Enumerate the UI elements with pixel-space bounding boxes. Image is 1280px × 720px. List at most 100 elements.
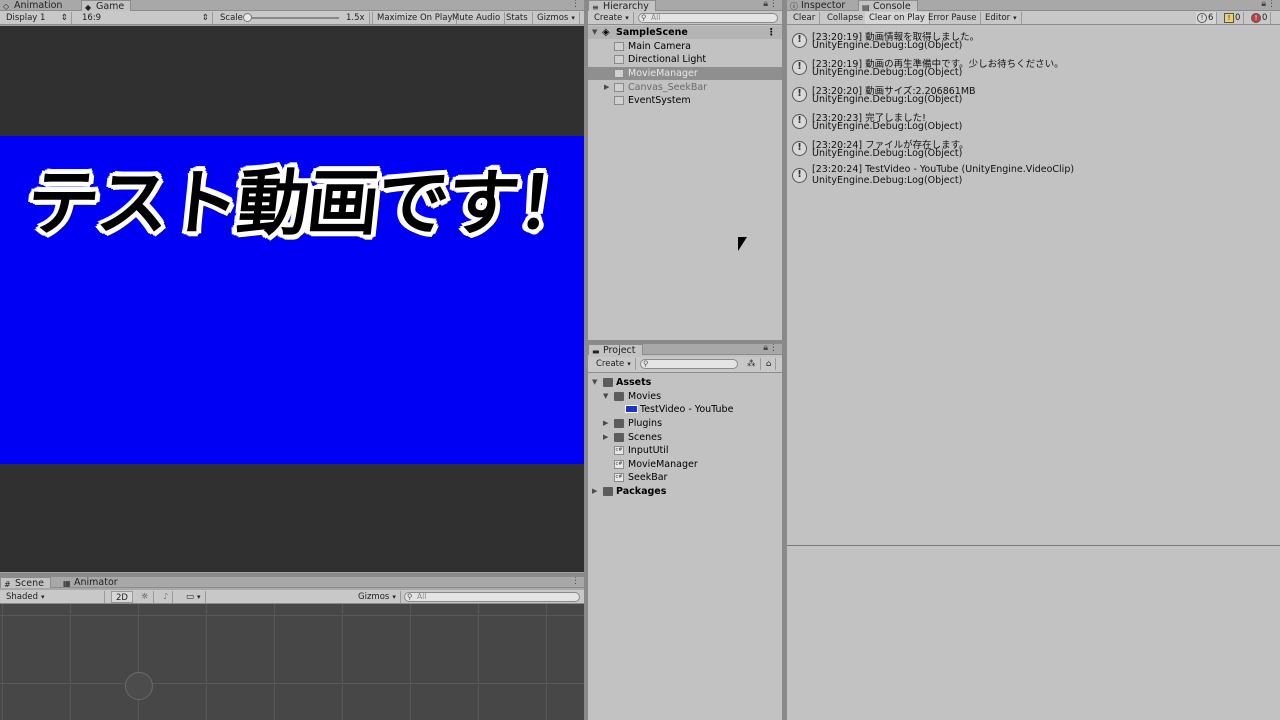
expand-arrow-icon[interactable]: ▶ [603,417,608,430]
tab-project[interactable]: ▬ Project [588,344,643,356]
aspect-dropdown[interactable]: 16:9 ⇕ [78,12,213,24]
project-create-dropdown[interactable]: Create [592,358,636,370]
console-detail-area [787,547,1280,720]
folder-icon [614,433,624,442]
lock-icon[interactable]: 🔒︎ [1261,0,1266,9]
project-item[interactable]: ▼ Movies [588,390,782,403]
scene-view[interactable] [0,604,584,720]
log-count-toggle[interactable]: ! 6 [1196,12,1218,24]
project-item[interactable]: ▼ Assets [588,376,782,389]
expand-arrow-icon[interactable]: ▶ [604,81,609,94]
log-entry[interactable]: ! [23:20:20] 動画サイズ:2.206861MB UnityEngin… [787,81,1280,108]
project-item[interactable]: ▶ Plugins [588,417,782,430]
log-entry[interactable]: ! [23:20:24] TestVideo - YouTube (UnityE… [787,162,1280,189]
script-icon: c# [614,446,624,455]
scene-menu-icon[interactable]: ⋮ [767,26,777,39]
project-item[interactable]: ▶ Scenes [588,431,782,444]
game-toolbar: Display 1 ⇕ 16:9 ⇕ Scale 1.5x Maximize On … [0,11,584,25]
expand-arrow-icon[interactable]: ▶ [603,431,608,444]
tab-game[interactable]: ◆ Game [81,0,132,12]
gizmos-dropdown[interactable]: Gizmos [533,12,580,24]
unity-icon: ◈ [602,27,610,38]
tab-inspector[interactable]: ⓘ Inspector [787,0,851,11]
scene-object-gizmo[interactable] [125,672,153,700]
scene-panel: #Scene ▦Animator ⋮ Shaded 2D ☼ ♪ ▭ Gizmo… [0,577,584,720]
hierarchy-item-selected[interactable]: MovieManager [588,67,782,80]
hierarchy-item[interactable]: EventSystem [588,94,782,107]
filter-by-type-icon[interactable]: ⁂ [743,358,761,370]
game-view[interactable]: テスト動画です！ [0,26,584,572]
game-panel: ◇ Animation ◆ Game ⋮ Display 1 ⇕ 16:9 ⇕ Scal… [0,0,584,573]
mode-2d-toggle[interactable]: 2D [111,591,133,603]
horizontal-divider[interactable] [588,340,783,344]
scale-slider-thumb[interactable] [243,13,252,22]
tab-hierarchy[interactable]: ≡ Hierarchy [588,0,656,12]
hierarchy-tree: ▼ ◈ SampleScene ⋮ Main Camera Directiona… [588,26,782,340]
expand-arrow-icon[interactable]: ▼ [603,390,608,403]
warning-count-toggle[interactable]: ! 0 [1223,12,1245,24]
log-entry[interactable]: ! [23:20:19] 動画の再生準備中です。少しお待ちください。 Unity… [787,54,1280,81]
project-item[interactable]: c# MovieManager [588,458,782,471]
shading-dropdown[interactable]: Shaded [2,591,105,603]
game-tabbar: ◇ Animation ◆ Game ⋮ [0,0,584,12]
lock-icon[interactable]: 🔒︎ [763,0,768,9]
tab-animator[interactable]: ▦ Animator [60,577,124,588]
log-entry[interactable]: ! [23:20:23] 完了しました! UnityEngine.Debug:L… [787,108,1280,135]
scale-value: 1.5x [342,12,370,24]
project-item[interactable]: c# SeekBar [588,471,782,484]
lighting-icon[interactable]: ☼ [137,591,154,603]
scene-root[interactable]: ▼ ◈ SampleScene ⋮ [588,26,782,39]
filter-by-label-icon[interactable]: ⌂ [762,358,777,370]
video-clip-icon [625,405,638,413]
scene-search-input[interactable]: ⚲ All [404,592,580,602]
log-entry[interactable]: ! [23:20:19] 動画情報を取得しました。 UnityEngine.De… [787,27,1280,54]
panel-menu-icon[interactable]: ⋮ [571,0,580,9]
info-log-icon: ! [792,33,807,48]
console-splitter[interactable] [787,545,1280,546]
tab-animation[interactable]: ◇ Animation [0,0,68,11]
editor-dropdown[interactable]: Editor [981,12,1022,24]
effects-icon[interactable]: ▭ [182,591,206,603]
clear-button[interactable]: Clear [789,12,821,24]
vertical-divider[interactable] [584,0,588,720]
audio-icon[interactable]: ♪ [159,591,174,603]
hierarchy-create-dropdown[interactable]: Create [590,12,634,24]
panel-menu-icon[interactable]: ⋮ [1267,0,1276,9]
project-item[interactable]: c# InputUtil [588,444,782,457]
scene-gizmos-dropdown[interactable]: Gizmos [354,591,401,603]
tab-console[interactable]: ▤ Console [858,0,918,12]
console-panel: ⓘ Inspector ▤ Console 🔒︎ ⋮ Clear Collapse … [787,0,1280,720]
dropdown-arrows-icon: ⇕ [201,13,209,23]
panel-menu-icon[interactable]: ⋮ [769,344,778,353]
project-item[interactable]: ▶ Packages [588,485,782,498]
hierarchy-item[interactable]: Main Camera [588,40,782,53]
horizontal-divider[interactable] [0,573,584,577]
display-dropdown[interactable]: Display 1 ⇕ [2,12,72,24]
panel-menu-icon[interactable]: ⋮ [571,577,580,586]
expand-arrow-icon[interactable]: ▶ [592,485,597,498]
folder-icon: ▬ [592,347,600,356]
error-pause-toggle[interactable]: Error Pause [924,12,982,24]
error-count-toggle[interactable]: ! 0 [1250,12,1272,24]
maximize-on-play-toggle[interactable]: Maximize On Play [372,12,458,24]
expand-arrow-icon[interactable]: ▼ [592,376,597,389]
collapse-toggle[interactable]: Collapse [823,12,869,24]
hierarchy-item[interactable]: ▶ Canvas_SeekBar [588,81,782,94]
hierarchy-search-input[interactable]: ⚲ All [638,13,778,23]
stats-toggle[interactable]: Stats [502,12,533,24]
panel-menu-icon[interactable]: ⋮ [769,0,778,9]
expand-arrow-icon[interactable]: ▼ [592,26,597,39]
mute-audio-toggle[interactable]: Mute Audio [448,12,506,24]
scene-tabbar: # Scene ▦ Animator ⋮ [0,577,584,589]
tab-scene[interactable]: # Scene [0,577,51,589]
scale-slider[interactable] [243,13,339,22]
lock-icon[interactable]: 🔒︎ [763,344,768,353]
clear-on-play-toggle[interactable]: Clear on Play [865,12,930,24]
project-item[interactable]: TestVideo - YouTube [588,403,782,416]
project-search-input[interactable]: ⚲ [640,359,738,369]
hierarchy-item[interactable]: Directional Light [588,53,782,66]
hierarchy-panel: ≡Hierarchy 🔒︎ ⋮ Create ⚲All ▼ ◈ SampleSc… [588,0,783,340]
console-toolbar: Clear Collapse Clear on Play Error Pause… [787,11,1280,25]
log-entry[interactable]: ! [23:20:24] ファイルが存在します。 UnityEngine.Deb… [787,135,1280,162]
vertical-divider[interactable] [783,0,787,720]
